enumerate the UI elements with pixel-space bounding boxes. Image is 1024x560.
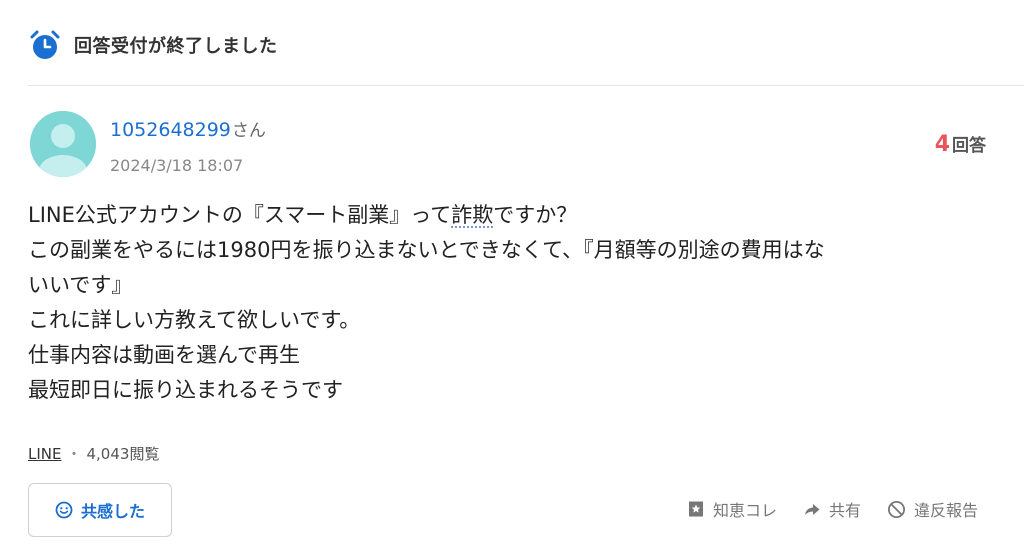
chiebukuro-collection-button[interactable]: 知恵コレ <box>687 497 777 521</box>
user-name-link[interactable]: 1052648299 <box>110 119 231 141</box>
question-line: これに詳しい方教えて欲しいです。 <box>28 308 361 332</box>
bookmark-star-icon <box>688 501 703 517</box>
report-label: 違反報告 <box>913 501 978 520</box>
alarm-clock-icon <box>30 30 60 59</box>
closed-notice: 回答受付が終了しました <box>28 26 278 64</box>
answer-count-unit: 回答 <box>952 136 986 156</box>
view-count: 4,043閲覧 <box>86 445 160 463</box>
question-body: LINE公式アカウントの『スマート副業』って詐欺ですか？ この副業をやるには19… <box>28 198 988 408</box>
question-page: 回答受付が終了しました 1052648299 さん 2024/3/18 18:0… <box>0 0 1024 560</box>
question-line: 仕事内容は動画を選んで再生 <box>28 343 300 367</box>
share-button[interactable]: 共有 <box>803 497 861 521</box>
question-line: いいです』 <box>28 273 133 297</box>
user-name-row: 1052648299 さん <box>110 116 266 141</box>
user-honorific: さん <box>231 121 266 141</box>
empathy-button[interactable]: 共感した <box>28 483 172 537</box>
question-line: 最短即日に振り込まれるそうです <box>28 378 343 402</box>
question-line: LINE公式アカウントの『スマート副業』って詐欺ですか？ <box>28 203 578 227</box>
question-line: この副業をやるには1980円を振り込まないとできなくて、『月額等の別途の費用はな <box>28 238 825 262</box>
header-divider <box>28 85 1024 86</box>
smile-icon <box>55 501 73 519</box>
action-links: 知恵コレ 共有 違反報告 <box>687 497 978 521</box>
keyword-link[interactable]: 詐欺 <box>451 203 493 227</box>
default-user-icon <box>30 111 96 177</box>
post-date: 2024/3/18 18:07 <box>110 156 244 175</box>
meta-separator: ・ <box>66 445 82 463</box>
share-label: 共有 <box>828 501 861 520</box>
empathy-button-label: 共感した <box>80 502 145 521</box>
avatar[interactable] <box>30 111 96 177</box>
answer-count-number: 4 <box>934 132 950 157</box>
question-meta: LINE ・ 4,043閲覧 <box>28 443 159 464</box>
prohibited-icon <box>887 500 905 518</box>
category-tag-link[interactable]: LINE <box>28 445 61 463</box>
share-arrow-icon <box>804 504 820 515</box>
chiebukuro-collection-label: 知恵コレ <box>712 501 777 520</box>
closed-notice-text: 回答受付が終了しました <box>74 36 278 57</box>
report-button[interactable]: 違反報告 <box>887 497 978 521</box>
answer-count[interactable]: 4 回答 <box>935 131 986 157</box>
